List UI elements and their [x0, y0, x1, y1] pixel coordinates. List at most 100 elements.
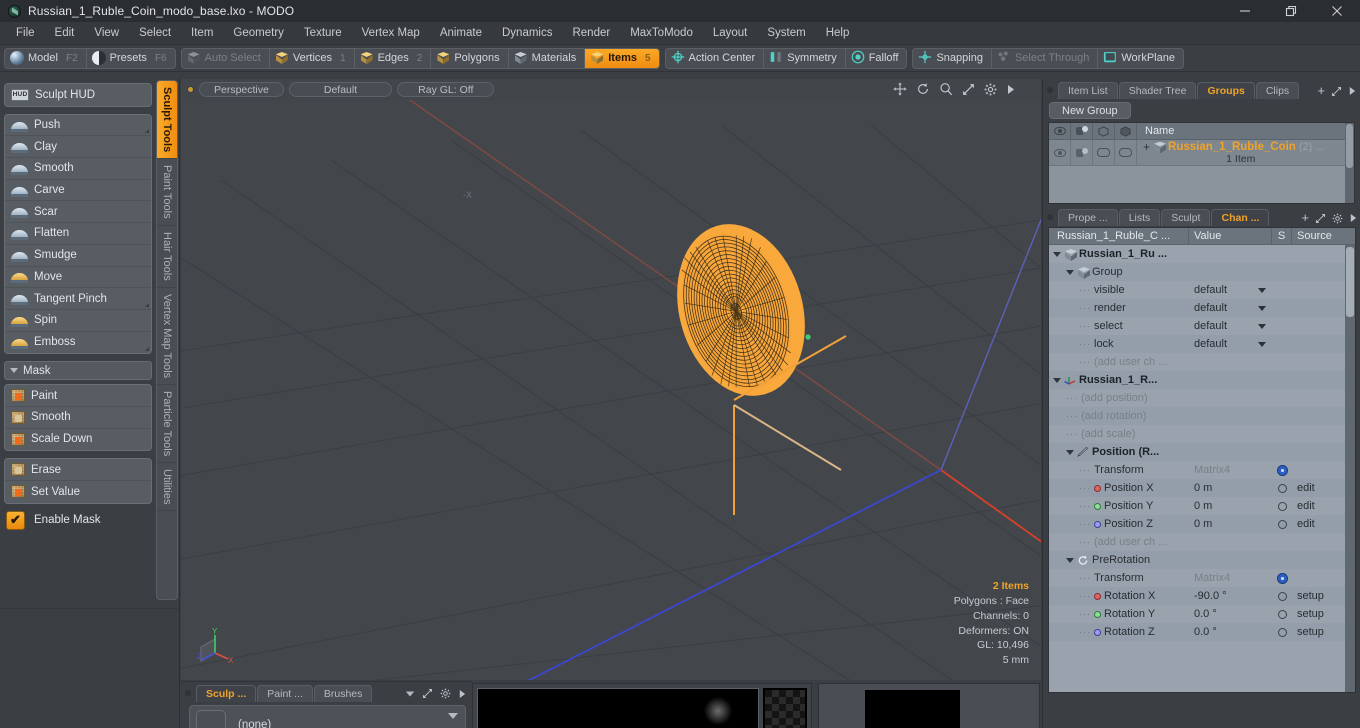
twisty-icon[interactable]: [1066, 449, 1074, 455]
toolbar-button-falloff[interactable]: Falloff: [846, 49, 907, 68]
viewport-pill-shading[interactable]: Default: [288, 82, 393, 97]
sculpt-tool-scar[interactable]: Scar: [5, 201, 151, 224]
channel-value-cell[interactable]: default: [1189, 299, 1272, 317]
circle-icon[interactable]: [1277, 591, 1287, 601]
menu-item-edit[interactable]: Edit: [45, 24, 85, 42]
toolbar-button-vertices[interactable]: Vertices 1: [270, 48, 355, 68]
toolbar-button-auto-select[interactable]: Auto Select: [182, 48, 270, 68]
channel-value-cell[interactable]: [1189, 533, 1272, 551]
menu-item-maxtomodo[interactable]: MaxToModo: [620, 24, 703, 42]
right-tab-item-list[interactable]: Item List: [1058, 82, 1118, 99]
twisty-icon[interactable]: [1053, 377, 1061, 383]
brush-preset-selector[interactable]: (none): [189, 705, 466, 728]
channel-state-cell[interactable]: [1272, 591, 1292, 601]
channel-row[interactable]: ··· visible default: [1049, 281, 1355, 299]
mask-tool-erase[interactable]: Erase: [5, 459, 151, 481]
expand-icon[interactable]: [422, 688, 433, 699]
circle-icon[interactable]: [1277, 519, 1287, 529]
falloff-preview-panel[interactable]: [472, 683, 812, 728]
sculpt-tool-flatten[interactable]: Flatten: [5, 223, 151, 245]
channel-value-cell[interactable]: 0 m: [1189, 515, 1272, 533]
gear-icon[interactable]: [1332, 213, 1343, 224]
toolbar-button-polygons[interactable]: Polygons: [431, 48, 509, 68]
vertical-tab-vertex-map-tools[interactable]: Vertex Map Tools: [157, 288, 177, 385]
sculpt-tool-move[interactable]: Move: [5, 267, 151, 289]
row-lock-toggle[interactable]: [1093, 140, 1115, 165]
circle-icon[interactable]: [1277, 501, 1287, 511]
row-select-toggle[interactable]: [1115, 140, 1137, 165]
chevron-right-icon[interactable]: [1006, 84, 1015, 95]
chevron-down-icon[interactable]: [1258, 341, 1266, 347]
panel-menu-dot-icon[interactable]: [1047, 214, 1053, 220]
vertical-tab-paint-tools[interactable]: Paint Tools: [157, 159, 177, 226]
channel-value-cell[interactable]: [1189, 425, 1272, 443]
channel-tab-1[interactable]: Lists: [1118, 209, 1161, 226]
gear-icon[interactable]: [1276, 464, 1288, 476]
channel-row[interactable]: ··· select default: [1049, 317, 1355, 335]
toolbar-button-workplane[interactable]: WorkPlane: [1098, 49, 1183, 68]
right-tab-groups[interactable]: Groups: [1197, 82, 1255, 99]
channel-value-cell[interactable]: [1189, 371, 1272, 389]
channel-value-cell[interactable]: default: [1189, 281, 1272, 299]
channel-value-cell[interactable]: Matrix4: [1189, 461, 1272, 479]
toolbar-button-action-center[interactable]: Action Center: [666, 48, 765, 68]
menu-item-view[interactable]: View: [84, 24, 129, 42]
chevron-down-icon[interactable]: [1258, 287, 1266, 293]
menu-item-vertex-map[interactable]: Vertex Map: [352, 24, 430, 42]
gear-icon[interactable]: [1276, 572, 1288, 584]
channel-row[interactable]: ··· (add user ch ...: [1049, 533, 1355, 551]
twisty-icon[interactable]: [1066, 557, 1074, 563]
new-group-button[interactable]: New Group: [1049, 102, 1131, 119]
sculpt-tool-carve[interactable]: Carve: [5, 180, 151, 202]
menu-item-dynamics[interactable]: Dynamics: [492, 24, 562, 42]
channel-value-cell[interactable]: default: [1189, 317, 1272, 335]
channel-row[interactable]: ··· (add rotation): [1049, 407, 1355, 425]
channel-row[interactable]: ··· Transform Matrix4: [1049, 461, 1355, 479]
sculpt-tool-push[interactable]: Push: [5, 115, 151, 137]
sculpt-tool-tangent-pinch[interactable]: Tangent Pinch: [5, 288, 151, 310]
menu-item-system[interactable]: System: [757, 24, 815, 42]
channel-row[interactable]: Group: [1049, 263, 1355, 281]
channel-value-cell[interactable]: 0 m: [1189, 479, 1272, 497]
mask-tool-smooth[interactable]: Smooth: [5, 407, 151, 429]
panel-menu-dot-icon[interactable]: [185, 690, 191, 696]
toolbar-button-materials[interactable]: Materials: [509, 48, 586, 68]
channel-tab-3[interactable]: Chan ...: [1211, 209, 1270, 226]
enable-mask-row[interactable]: ✔ Enable Mask: [6, 510, 152, 530]
expand-icon[interactable]: [1331, 86, 1342, 97]
channel-row[interactable]: Russian_1_Ru ...: [1049, 245, 1355, 263]
vertical-tab-sculpt-tools[interactable]: Sculpt Tools: [157, 81, 177, 160]
channel-row[interactable]: ··· render default: [1049, 299, 1355, 317]
menu-item-item[interactable]: Item: [181, 24, 223, 42]
channel-tab-0[interactable]: Prope ...: [1058, 209, 1118, 226]
channel-state-cell[interactable]: [1272, 609, 1292, 619]
groups-list[interactable]: Name + Russian_1_Ruble_Coin (2) ... 1 It…: [1048, 122, 1355, 204]
mask-tool-scale-down[interactable]: Scale Down: [5, 429, 151, 451]
channels-list[interactable]: Russian_1_Ruble_C ... Value S Source Rus…: [1048, 227, 1356, 693]
channel-row[interactable]: ··· (add user ch ...: [1049, 353, 1355, 371]
panel-menu-dot-icon[interactable]: [1047, 87, 1053, 93]
groups-scrollbar[interactable]: [1345, 123, 1354, 203]
chevron-down-icon[interactable]: [1258, 323, 1266, 329]
channel-row[interactable]: PreRotation: [1049, 551, 1355, 569]
channel-value-cell[interactable]: 0.0 °: [1189, 605, 1272, 623]
menu-item-layout[interactable]: Layout: [703, 24, 758, 42]
toolbar-button-symmetry[interactable]: Symmetry: [764, 48, 846, 68]
channel-state-cell[interactable]: [1272, 501, 1292, 511]
minimize-button[interactable]: [1222, 0, 1268, 22]
row-render-toggle[interactable]: [1071, 140, 1093, 165]
menu-item-file[interactable]: File: [6, 24, 45, 42]
vertical-tab-utilities[interactable]: Utilities: [157, 463, 177, 512]
brush-tab-1[interactable]: Paint ...: [257, 685, 313, 702]
sculpt-tool-clay[interactable]: Clay: [5, 136, 151, 159]
channel-state-cell[interactable]: [1272, 627, 1292, 637]
gear-icon[interactable]: [440, 688, 451, 699]
channel-value-cell[interactable]: Matrix4: [1189, 569, 1272, 587]
twisty-icon[interactable]: [1053, 251, 1061, 257]
fit-view-icon[interactable]: [962, 83, 975, 96]
menu-item-geometry[interactable]: Geometry: [223, 24, 294, 42]
toolbar-button-edges[interactable]: Edges 2: [355, 48, 432, 68]
right-tab-clips[interactable]: Clips: [1255, 82, 1300, 99]
move-icon[interactable]: [893, 82, 907, 96]
viewport-pill-perspective[interactable]: Perspective: [199, 82, 284, 97]
